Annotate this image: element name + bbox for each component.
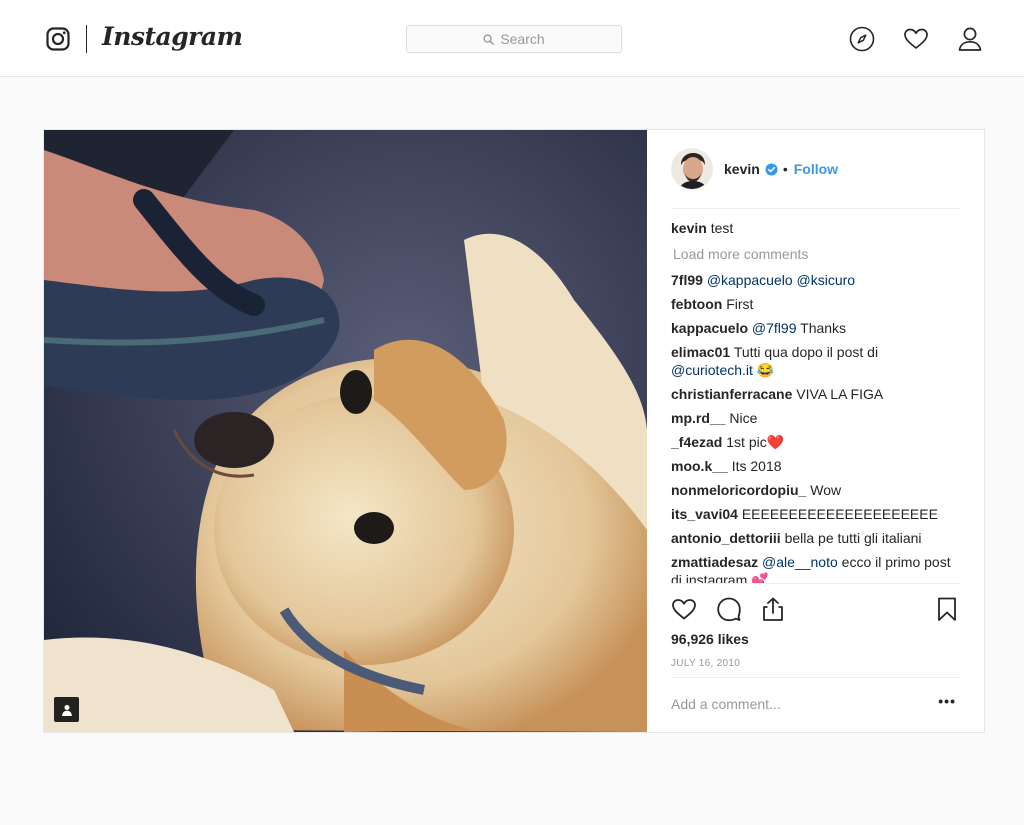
comment-username[interactable]: elimac01 [671,344,730,360]
comment-username[interactable]: kappacuelo [671,320,748,336]
comment-text: VIVA LA FIGA [796,386,884,402]
add-comment-input[interactable] [671,692,921,716]
profile-person-icon[interactable] [957,26,983,52]
add-comment-divider [671,677,960,678]
comment-username[interactable]: mp.rd__ [671,410,725,426]
tagged-person-icon [61,704,72,716]
mention-link[interactable]: @7fl99 [752,320,797,336]
caption-username[interactable]: kevin [671,220,707,236]
mention-link[interactable]: @kappacuelo [707,272,793,288]
comment-text: bella pe tutti gli italiani [784,530,922,546]
post-author-username[interactable]: kevin [724,161,760,177]
comment-text: Its 2018 [731,458,782,474]
comment-username[interactable]: moo.k__ [671,458,728,474]
follow-button[interactable]: Follow [794,161,838,177]
comments-divider [671,583,960,584]
caption-text: test [710,220,734,236]
comment-row: _f4ezad 1st pic❤️ [671,433,963,451]
search-placeholder: Search [500,31,545,47]
mention-link[interactable]: @curiotech.it [671,362,753,378]
more-options-button[interactable]: ••• [938,693,956,709]
comment-text: 😂 [752,362,775,378]
likes-count[interactable]: 96,926 likes [671,631,749,647]
instagram-logo-icon[interactable] [46,27,70,51]
comment-row: its_vavi04 EEEEEEEEEEEEEEEEEEEEE [671,505,963,523]
top-navigation-bar: Instagram Search [0,0,1024,77]
dog-photo-image [44,130,647,732]
post-card: kevin • Follow kevin test Load more comm… [43,129,985,733]
comment-text: First [726,296,754,312]
comment-username[interactable]: antonio_dettoriii [671,530,781,546]
post-sidebar: kevin • Follow kevin test Load more comm… [647,130,984,732]
comment-username[interactable]: christianferracane [671,386,792,402]
share-icon[interactable] [760,596,786,622]
post-caption: kevin test [671,219,963,237]
comment-username[interactable]: its_vavi04 [671,506,738,522]
comment-username[interactable]: 7fl99 [671,272,703,288]
post-photo[interactable] [44,130,647,732]
search-box[interactable]: Search [406,25,622,53]
avatar[interactable] [671,148,713,190]
tagged-people-badge[interactable] [54,697,79,722]
separator-dot: • [782,161,788,177]
comment-row: zmattiadesaz @ale__noto ecco il primo po… [671,553,963,583]
comment-text: Thanks [796,320,847,336]
comment-row: christianferracane VIVA LA FIGA [671,385,963,403]
comment-row: mp.rd__ Nice [671,409,963,427]
comment-row: elimac01 Tutti qua dopo il post di @curi… [671,343,963,379]
comment-text: Nice [729,410,758,426]
comment-row: 7fl99 @kappacuelo @ksicuro [671,271,963,289]
explore-compass-icon[interactable] [849,26,875,52]
comment-row: kappacuelo @7fl99 Thanks [671,319,963,337]
post-date[interactable]: JULY 16, 2010 [671,658,740,669]
comment-row: nonmeloricordopiu_ Wow [671,481,963,499]
comment-text: 1st pic❤️ [726,434,785,450]
comment-row: antonio_dettoriii bella pe tutti gli ita… [671,529,963,547]
comment-text: Wow [810,482,842,498]
header-divider [671,208,960,209]
comment-username[interactable]: febtoon [671,296,722,312]
post-header: kevin • Follow [671,148,838,190]
avatar-image [672,149,712,189]
verified-badge-icon [765,162,778,176]
post-actions [671,596,960,624]
search-icon [483,33,495,45]
comment-username[interactable]: zmattiadesaz [671,554,758,570]
comment-text: EEEEEEEEEEEEEEEEEEEEE [741,506,938,522]
comments-list[interactable]: kevin test Load more comments 7fl99 @kap… [671,219,963,583]
comment-row: febtoon First [671,295,963,313]
load-more-comments-button[interactable]: Load more comments [673,245,963,263]
instagram-wordmark[interactable]: Instagram [102,22,243,51]
save-bookmark-icon[interactable] [934,596,960,622]
activity-heart-icon[interactable] [903,26,929,52]
mention-link[interactable]: @ksicuro [797,272,856,288]
like-heart-icon[interactable] [671,596,697,622]
comment-username[interactable]: _f4ezad [671,434,722,450]
comment-bubble-icon[interactable] [716,596,742,622]
comment-username[interactable]: nonmeloricordopiu_ [671,482,806,498]
comment-row: moo.k__ Its 2018 [671,457,963,475]
logo-divider [86,25,87,53]
mention-link[interactable]: @ale__noto [762,554,838,570]
comment-text: Tutti qua dopo il post di [733,344,879,360]
